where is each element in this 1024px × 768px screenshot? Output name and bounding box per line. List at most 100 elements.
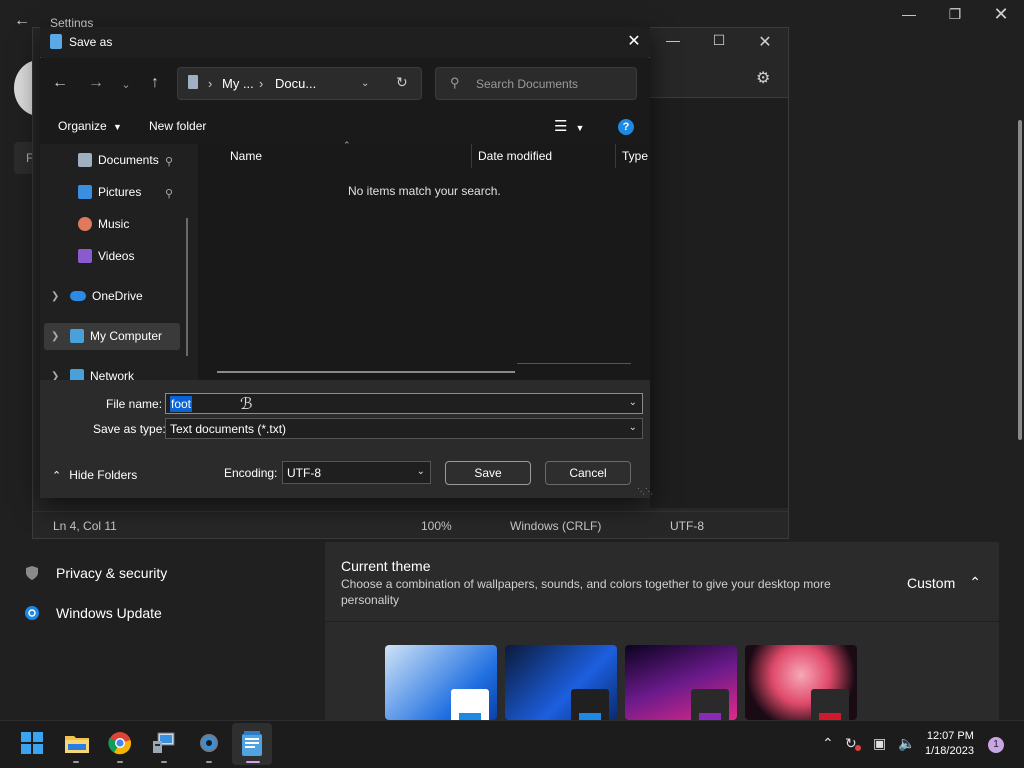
theme-tile-windows-dark[interactable] [505, 645, 617, 720]
back-icon[interactable]: ← [48, 74, 72, 92]
onedrive-icon [70, 291, 86, 301]
pin-icon: ⚲ [165, 188, 174, 200]
nav-item-label: Windows Update [56, 605, 162, 621]
search-input[interactable]: ⚲ Search Documents [435, 67, 637, 100]
nav-item-pictures[interactable]: Pictures [78, 185, 141, 199]
encoding-dropdown-icon: ⌄ [416, 466, 425, 477]
close-icon[interactable]: ✕ [978, 4, 1024, 25]
network-tray-icon[interactable]: ▣ [873, 735, 886, 752]
nav-item-my-computer[interactable]: My Computer [70, 329, 162, 343]
clock-date: 1/18/2023 [925, 745, 974, 757]
notification-badge[interactable]: 1 [988, 737, 1004, 753]
notepad-editor[interactable] [650, 98, 788, 508]
column-header-name[interactable]: Name [230, 149, 262, 163]
file-list-hscrollbar[interactable] [217, 371, 515, 373]
column-divider[interactable] [615, 144, 616, 168]
column-header-date-modified[interactable]: Date modified [478, 149, 552, 163]
notepad-statusbar: Ln 4, Col 11 100% Windows (CRLF) UTF-8 [33, 511, 788, 538]
theme-current-value[interactable]: Custom ⌃ [907, 574, 981, 591]
organize-button[interactable]: Organize ▼ [58, 119, 122, 133]
nav-label: Documents [98, 153, 159, 167]
running-indicator [73, 761, 79, 763]
document-icon [188, 75, 198, 89]
view-options-icon[interactable]: ☰ ▼ [554, 117, 584, 135]
theme-tile-windows-light[interactable] [385, 645, 497, 720]
running-indicator [117, 761, 123, 763]
nav-item-onedrive[interactable]: OneDrive [70, 289, 143, 303]
theme-tile-glow[interactable] [625, 645, 737, 720]
breadcrumb-documents[interactable]: Docu... [275, 76, 316, 91]
new-folder-button[interactable]: New folder [149, 119, 206, 133]
nav-item-network[interactable]: Network [70, 369, 134, 380]
sync-icon[interactable]: ↻ [845, 735, 861, 752]
recent-chevron-down-icon[interactable]: ⌄ [114, 78, 138, 91]
nav-item-music[interactable]: Music [78, 217, 129, 231]
nav-label: Pictures [98, 185, 142, 199]
up-icon[interactable]: ↑ [143, 74, 167, 92]
theme-title: Current theme [341, 558, 431, 574]
windows-update-icon [24, 605, 40, 621]
nav-pane-scrollbar[interactable] [186, 218, 188, 356]
encoding-label: Encoding: [224, 466, 278, 480]
restore-icon[interactable]: ❐ [932, 6, 978, 23]
theme-tile-captured-motion[interactable] [745, 645, 857, 720]
nav-item-documents[interactable]: Documents [78, 153, 159, 167]
notepad-close-icon[interactable]: ✕ [742, 32, 788, 52]
search-icon: ⚲ [450, 75, 460, 90]
back-arrow-icon[interactable]: ← [14, 12, 30, 30]
save-type-select[interactable]: Text documents (*.txt) ⌄ [165, 418, 643, 439]
forward-icon[interactable]: → [84, 74, 108, 92]
expand-chevron-icon[interactable]: ❯ [51, 331, 59, 342]
chrome-icon[interactable] [108, 731, 132, 755]
chevron-up-icon: ⌃ [52, 469, 62, 482]
help-icon[interactable]: ? [618, 119, 634, 135]
pin-icon: ⚲ [165, 156, 174, 168]
remote-desktop-icon[interactable] [152, 731, 176, 755]
organize-label: Organize [58, 119, 107, 133]
nav-item-privacy-security[interactable]: Privacy & security [24, 565, 167, 581]
notepad-minimize-icon[interactable]: — [650, 32, 696, 52]
save-button[interactable]: Save [445, 461, 531, 485]
breadcrumb-my[interactable]: My ... [222, 76, 254, 91]
gear-icon[interactable]: ⚙ [756, 68, 770, 88]
file-list-area[interactable] [198, 144, 650, 380]
notepad-maximize-icon[interactable]: ☐ [696, 32, 742, 52]
zoom-level: 100% [421, 519, 452, 533]
dialog-close-icon[interactable]: ✕ [624, 31, 644, 51]
start-icon[interactable] [20, 731, 44, 755]
volume-icon[interactable]: 🔈 [898, 735, 915, 752]
file-name-label: File name: [106, 397, 163, 411]
line-ending: Windows (CRLF) [510, 519, 602, 533]
settings-scrollbar[interactable] [1018, 120, 1022, 440]
hide-folders-button[interactable]: ⌃ Hide Folders [52, 468, 137, 482]
theme-description: Choose a combination of wallpapers, soun… [341, 577, 831, 607]
search-placeholder: Search Documents [476, 77, 579, 91]
cancel-button[interactable]: Cancel [545, 461, 631, 485]
address-dropdown-icon[interactable]: ⌄ [361, 78, 369, 89]
save-type-dropdown-icon: ⌄ [628, 422, 637, 433]
nav-item-windows-update[interactable]: Windows Update [24, 605, 162, 621]
nav-item-videos[interactable]: Videos [78, 249, 134, 263]
dialog-titlebar [40, 27, 650, 57]
expand-chevron-icon[interactable]: ❯ [51, 291, 59, 302]
nav-label: My Computer [90, 329, 163, 343]
settings-icon[interactable] [197, 731, 221, 755]
clock[interactable]: 12:07 PM 1/18/2023 [925, 729, 974, 759]
show-hidden-icons-chevron-icon[interactable]: ⌃ [822, 735, 834, 752]
column-divider[interactable] [471, 144, 472, 168]
text-cursor-icon: ℬ [240, 396, 253, 413]
column-header-type[interactable]: Type [622, 149, 648, 163]
chevron-up-icon: ⌃ [969, 574, 981, 590]
file-explorer-icon[interactable] [64, 731, 89, 755]
notepad-icon[interactable] [241, 731, 265, 756]
running-indicator [161, 761, 167, 763]
refresh-icon[interactable]: ↻ [396, 74, 408, 91]
nav-item-label: Privacy & security [56, 565, 168, 581]
minimize-icon[interactable]: — [886, 6, 932, 22]
view-chevron-down-icon: ▼ [575, 123, 585, 133]
resize-grip-icon[interactable]: ⋱⋱ [637, 487, 653, 496]
address-bar[interactable]: › My ... › Docu... ⌄ ↻ [177, 67, 422, 100]
encoding-select[interactable]: UTF-8 ⌄ [282, 461, 431, 484]
file-name-input[interactable]: foot ⌄ [165, 393, 643, 414]
file-name-dropdown-icon[interactable]: ⌄ [629, 397, 637, 408]
